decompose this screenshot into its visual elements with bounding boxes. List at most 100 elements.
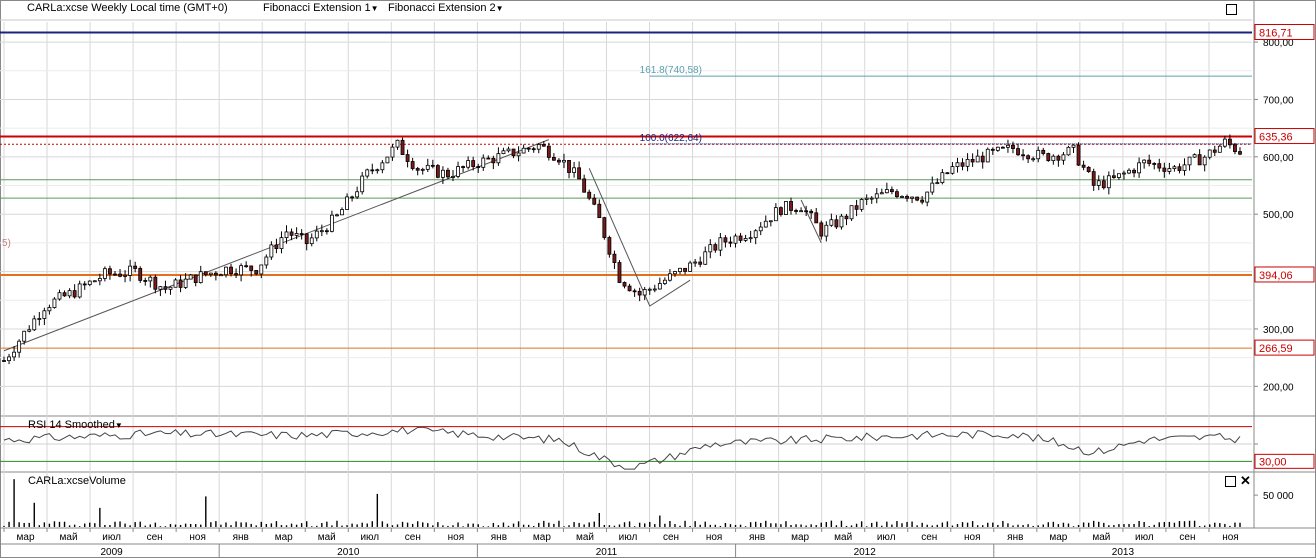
candle-body xyxy=(254,270,259,275)
candle-body xyxy=(365,169,370,177)
candle-body xyxy=(743,238,748,241)
symbol-menu[interactable]: CARLa:xcse Weekly Local time (GMT+0) xyxy=(27,2,228,14)
month-tick-label: май xyxy=(318,532,336,543)
candle-body xyxy=(541,144,546,147)
month-tick-label: ноя xyxy=(189,532,206,543)
candle-body xyxy=(779,207,783,215)
candle-body xyxy=(461,166,465,168)
candle-body xyxy=(995,146,1000,151)
candle-body xyxy=(87,280,92,286)
rsi-level-label: 30,00 xyxy=(1259,456,1287,468)
fib-extension-2-menu[interactable]: Fibonacci Extension 2▼ xyxy=(388,2,504,14)
month-tick-label: сен xyxy=(1179,532,1195,543)
candle-body xyxy=(1187,156,1192,166)
maximize-icon[interactable] xyxy=(1225,476,1236,487)
candle-body xyxy=(763,220,768,228)
candle-body xyxy=(52,298,57,308)
candle-body xyxy=(874,193,879,199)
candle-body xyxy=(430,164,435,167)
candle-body xyxy=(562,160,566,163)
candle-body xyxy=(516,152,521,157)
candle-body xyxy=(360,175,365,193)
candle-body xyxy=(1081,164,1086,168)
candle-body xyxy=(1056,155,1061,161)
candle-body xyxy=(279,237,284,250)
candle-body xyxy=(471,160,476,167)
candle-body xyxy=(920,199,925,203)
candle-body xyxy=(335,214,339,217)
candle-body xyxy=(456,166,460,177)
candle-body xyxy=(249,265,254,271)
candle-body xyxy=(668,273,672,281)
candle-body xyxy=(188,274,193,280)
candle-body xyxy=(1071,144,1076,148)
candle-body xyxy=(269,244,274,258)
month-tick-label: янв xyxy=(233,532,249,543)
candle-body xyxy=(118,273,122,277)
candle-body xyxy=(239,265,244,276)
candle-body xyxy=(864,197,869,200)
candle-body xyxy=(1046,153,1051,162)
candle-body xyxy=(1162,167,1167,172)
candle-body xyxy=(314,230,319,239)
month-tick-label: мар xyxy=(533,532,551,543)
price-tick-label: 500,00 xyxy=(1263,210,1294,221)
rsi-menu[interactable]: RSI 14 Smoothed▼ xyxy=(28,419,123,431)
candle-body xyxy=(62,292,67,297)
candle-body xyxy=(133,265,138,269)
month-tick-label: ноя xyxy=(448,532,465,543)
chevron-down-icon: ▼ xyxy=(114,421,123,430)
candle-body xyxy=(82,283,87,286)
candle-body xyxy=(652,288,657,291)
candle-body xyxy=(42,310,47,319)
candle-body xyxy=(900,196,904,198)
candle-body xyxy=(940,172,945,184)
candle-body xyxy=(491,157,496,164)
maximize-icon[interactable] xyxy=(1226,4,1237,15)
month-tick-label: май xyxy=(834,532,852,543)
candle-body xyxy=(219,274,223,277)
month-tick-label: июл xyxy=(360,532,379,543)
candle-body xyxy=(108,268,112,275)
month-tick-label: янв xyxy=(1007,532,1023,543)
candle-body xyxy=(208,272,213,275)
candle-body xyxy=(597,203,602,219)
close-icon[interactable]: ✕ xyxy=(1240,474,1251,487)
fib-level-label: 161.8(740,58) xyxy=(640,65,702,76)
candle-body xyxy=(723,237,728,243)
month-tick-label: ноя xyxy=(964,532,981,543)
candle-body xyxy=(102,268,107,279)
candle-body xyxy=(47,307,52,312)
chevron-down-icon: ▼ xyxy=(370,4,379,13)
candle-body xyxy=(410,161,415,169)
candle-body xyxy=(143,280,148,282)
candle-body xyxy=(1111,175,1116,178)
chart-canvas: мар май июл сен ноя янв мар май июл сен ноя янв мар м… xyxy=(0,0,1316,558)
candle-body xyxy=(869,197,874,200)
candle-body xyxy=(784,201,788,215)
candle-body xyxy=(224,266,228,276)
candle-body xyxy=(859,199,864,210)
candle-body xyxy=(642,289,647,296)
month-tick-label: мар xyxy=(1049,532,1067,543)
candle-body xyxy=(1036,149,1041,160)
candle-body xyxy=(12,351,17,358)
candle-body xyxy=(1016,148,1020,156)
candle-body xyxy=(627,285,632,292)
candle-body xyxy=(572,167,576,173)
price-label: 635,36 xyxy=(1259,132,1293,144)
candle-body xyxy=(678,267,682,272)
candle-body xyxy=(511,148,516,157)
candle-body xyxy=(1011,144,1015,149)
chart-title: CARLa:xcse Weekly Local time (GMT+0) xyxy=(27,2,228,14)
fib-extension-1-menu[interactable]: Fibonacci Extension 1▼ xyxy=(263,2,379,14)
candle-body xyxy=(925,191,930,203)
candle-body xyxy=(440,169,445,178)
candle-body xyxy=(728,241,733,244)
month-tick-label: сен xyxy=(921,532,937,543)
candle-body xyxy=(22,330,27,342)
candle-body xyxy=(148,276,153,282)
chevron-down-icon: ▼ xyxy=(495,4,504,13)
candle-body xyxy=(97,278,102,282)
candle-body xyxy=(829,219,834,226)
